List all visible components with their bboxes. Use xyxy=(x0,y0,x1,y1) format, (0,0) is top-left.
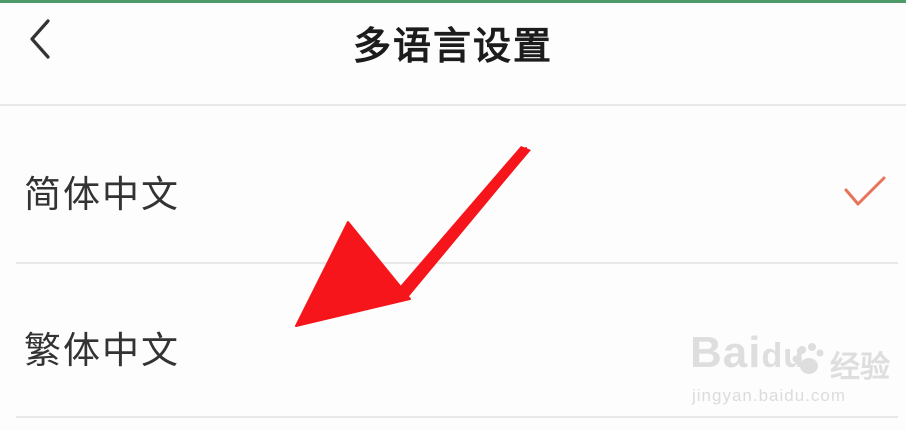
language-option-label: 繁体中文 xyxy=(24,329,180,372)
watermark-url: jingyan.baidu.com xyxy=(692,386,847,405)
language-option-simplified-chinese[interactable]: 简体中文 xyxy=(0,106,906,262)
baidu-jingyan-watermark: Baidu 经验 jingyan.baidu.com xyxy=(690,328,890,418)
checkmark-icon xyxy=(844,176,886,206)
language-option-label: 简体中文 xyxy=(24,173,180,216)
watermark-product: 经验 xyxy=(830,350,890,385)
page-title: 多语言设置 xyxy=(352,24,553,68)
paw-icon xyxy=(792,343,824,374)
watermark-brand: Baidu xyxy=(690,328,806,377)
header-bar: 多语言设置 xyxy=(0,3,906,105)
screen: 多语言设置 简体中文 繁体中文 Baidu 经验 jingyan.baidu.c… xyxy=(0,0,906,430)
